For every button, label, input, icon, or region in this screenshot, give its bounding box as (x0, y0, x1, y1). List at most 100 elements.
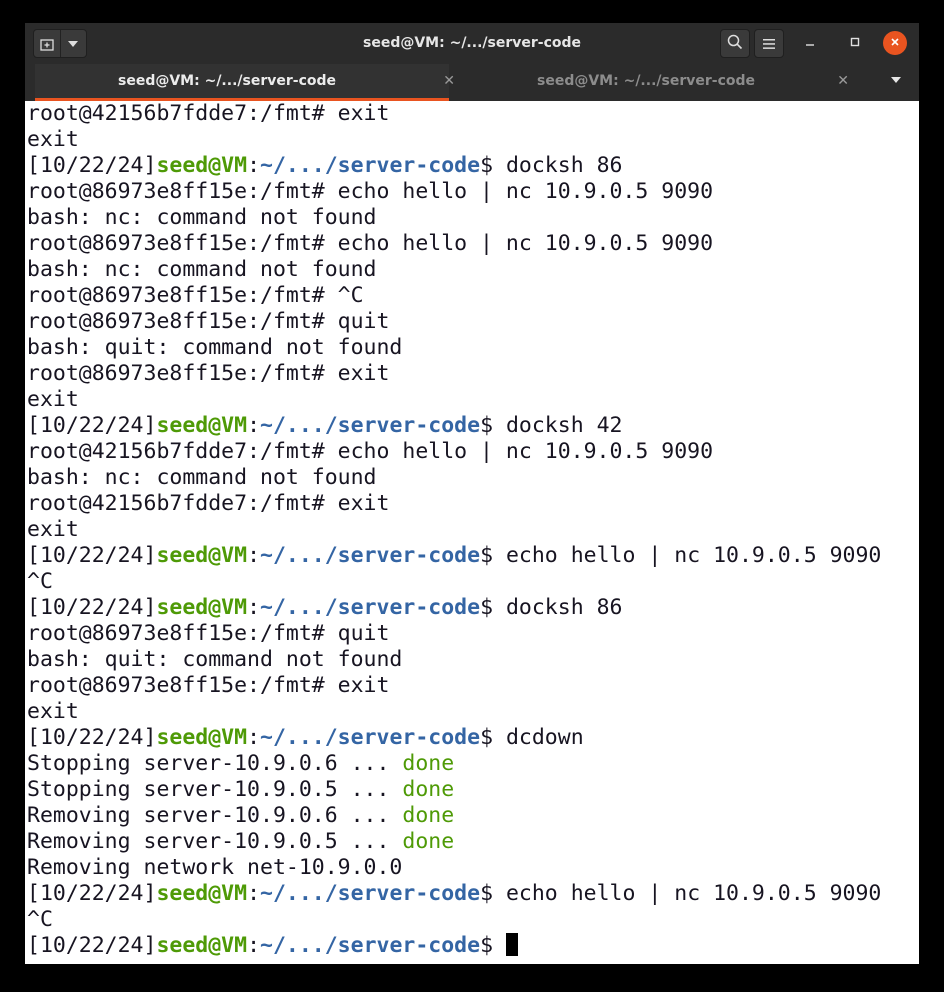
output-line: root@42156b7fdde7:/fmt# echo hello | nc … (27, 439, 714, 464)
prompt-sep: : (247, 725, 261, 750)
tab-active[interactable]: seed@VM: ~/.../server-code ✕ (35, 64, 455, 101)
prompt-line: [10/22/24]seed@VM:~/.../server-code$ (27, 933, 907, 959)
prompt-user: seed@VM (156, 413, 248, 438)
prompt-symbol: $ (480, 725, 494, 750)
title-bar: seed@VM: ~/.../server-code (25, 23, 919, 64)
prompt-path: ~/.../server-code (260, 595, 481, 620)
prompt-user: seed@VM (156, 725, 248, 750)
prompt-user: seed@VM (156, 881, 248, 906)
output-line: Stopping server-10.9.0.6 ... done (27, 751, 907, 777)
minimize-button[interactable] (798, 31, 822, 55)
command-text: echo hello | nc 10.9.0.5 9090 (493, 881, 882, 906)
prompt-line: [10/22/24]seed@VM:~/.../server-code$ doc… (27, 153, 907, 179)
tab-label: seed@VM: ~/.../server-code (537, 73, 755, 89)
prompt-user: seed@VM (156, 543, 248, 568)
status-text: Removing server-10.9.0.5 ... (27, 829, 403, 854)
output-line: exit (27, 127, 79, 152)
prompt-line: [10/22/24]seed@VM:~/.../server-code$ ech… (27, 881, 907, 907)
prompt-date: [10/22/24] (27, 881, 157, 906)
search-icon (727, 34, 743, 54)
command-text (493, 933, 506, 958)
output-line: root@86973e8ff15e:/fmt# exit (27, 673, 390, 698)
prompt-line: [10/22/24]seed@VM:~/.../server-code$ doc… (27, 595, 907, 621)
output-line: root@42156b7fdde7:/fmt# exit (27, 491, 390, 516)
output-line: exit (27, 699, 79, 724)
output-line: bash: nc: command not found (27, 465, 377, 490)
command-text: docksh 42 (493, 413, 623, 438)
tab-inactive[interactable]: seed@VM: ~/.../server-code ✕ (455, 64, 867, 101)
output-line: root@86973e8ff15e:/fmt# exit (27, 361, 390, 386)
close-icon (890, 36, 900, 51)
window-title: seed@VM: ~/.../server-code (363, 35, 581, 51)
minimize-icon (805, 36, 815, 51)
output-line: Removing network net-10.9.0.0 (27, 855, 403, 880)
command-text: dcdown (493, 725, 584, 750)
command-text: docksh 86 (493, 595, 623, 620)
prompt-date: [10/22/24] (27, 153, 157, 178)
prompt-path: ~/.../server-code (260, 413, 481, 438)
text-cursor (505, 933, 518, 956)
output-line: root@42156b7fdde7:/fmt# exit (27, 101, 390, 126)
prompt-sep: : (247, 595, 261, 620)
output-line: root@86973e8ff15e:/fmt# echo hello | nc … (27, 179, 714, 204)
prompt-symbol: $ (480, 153, 494, 178)
prompt-date: [10/22/24] (27, 595, 157, 620)
prompt-date: [10/22/24] (27, 413, 157, 438)
output-line: root@86973e8ff15e:/fmt# quit (27, 309, 390, 334)
prompt-symbol: $ (480, 881, 494, 906)
prompt-path: ~/.../server-code (260, 543, 481, 568)
terminal-output[interactable]: root@42156b7fdde7:/fmt# exit exit [10/22… (27, 101, 907, 964)
prompt-symbol: $ (480, 543, 494, 568)
status-text: Removing server-10.9.0.6 ... (27, 803, 403, 828)
search-button[interactable] (720, 29, 750, 58)
output-line: Stopping server-10.9.0.5 ... done (27, 777, 907, 803)
output-line: bash: quit: command not found (27, 647, 403, 672)
tab-list-chevron-icon[interactable] (891, 77, 901, 83)
output-line: ^C (27, 569, 53, 594)
prompt-line: [10/22/24]seed@VM:~/.../server-code$ dcd… (27, 725, 907, 751)
output-line: ^C (27, 907, 53, 932)
maximize-button[interactable] (843, 31, 867, 55)
close-window-button[interactable] (883, 31, 907, 55)
tab-bar: seed@VM: ~/.../server-code ✕ seed@VM: ~/… (25, 64, 919, 101)
menu-button[interactable] (754, 29, 784, 58)
prompt-path: ~/.../server-code (260, 153, 481, 178)
done-status: done (402, 803, 455, 828)
prompt-user: seed@VM (156, 933, 248, 958)
prompt-date: [10/22/24] (27, 725, 157, 750)
prompt-date: [10/22/24] (27, 543, 157, 568)
output-line: bash: nc: command not found (27, 205, 377, 230)
prompt-sep: : (247, 543, 261, 568)
prompt-sep: : (247, 413, 261, 438)
status-text: Stopping server-10.9.0.5 ... (27, 777, 403, 802)
terminal-window: seed@VM: ~/.../server-code seed@VM: ~/..… (25, 23, 919, 964)
prompt-sep: : (247, 153, 261, 178)
hamburger-menu-icon (763, 34, 775, 53)
output-line: Removing server-10.9.0.5 ... done (27, 829, 907, 855)
prompt-user: seed@VM (156, 153, 248, 178)
prompt-user: seed@VM (156, 595, 248, 620)
output-line: root@86973e8ff15e:/fmt# echo hello | nc … (27, 231, 714, 256)
prompt-symbol: $ (480, 413, 494, 438)
output-line: exit (27, 387, 79, 412)
prompt-sep: : (247, 933, 261, 958)
command-text: echo hello | nc 10.9.0.5 9090 (493, 543, 882, 568)
tab-close-icon[interactable]: ✕ (443, 64, 455, 99)
prompt-symbol: $ (480, 933, 494, 958)
prompt-symbol: $ (480, 595, 494, 620)
output-line: exit (27, 517, 79, 542)
command-text: docksh 86 (493, 153, 623, 178)
tab-close-icon[interactable]: ✕ (837, 64, 849, 99)
prompt-line: [10/22/24]seed@VM:~/.../server-code$ doc… (27, 413, 907, 439)
output-line: bash: quit: command not found (27, 335, 403, 360)
output-line: Removing server-10.9.0.6 ... done (27, 803, 907, 829)
output-line: root@86973e8ff15e:/fmt# quit (27, 621, 390, 646)
output-line: root@86973e8ff15e:/fmt# ^C (27, 283, 364, 308)
prompt-path: ~/.../server-code (260, 881, 481, 906)
maximize-icon (850, 36, 860, 51)
done-status: done (402, 751, 455, 776)
prompt-date: [10/22/24] (27, 933, 157, 958)
output-line: bash: nc: command not found (27, 257, 377, 282)
prompt-line: [10/22/24]seed@VM:~/.../server-code$ ech… (27, 543, 907, 569)
tab-label: seed@VM: ~/.../server-code (118, 73, 336, 89)
